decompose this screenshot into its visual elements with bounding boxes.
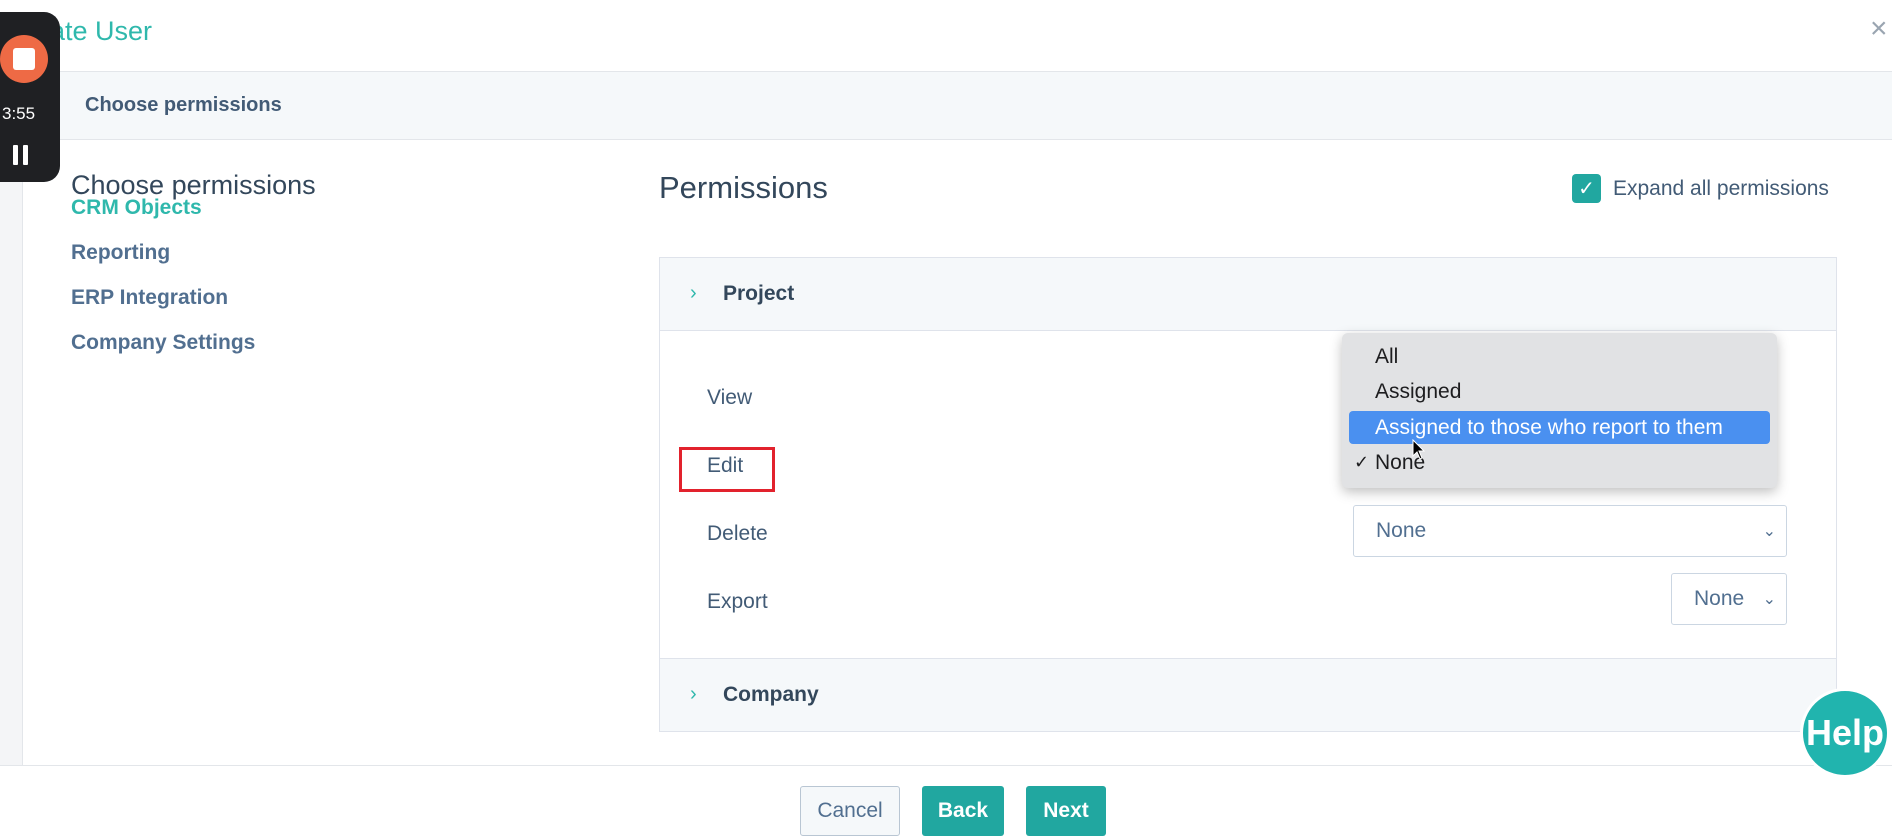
dropdown-option-all[interactable]: All [1349, 340, 1770, 373]
row-export-label: Export [707, 590, 768, 613]
check-icon: ✓ [1354, 452, 1370, 472]
nav-crm-objects[interactable]: CRM Objects [71, 196, 202, 220]
delete-select[interactable]: None ⌄ [1353, 505, 1787, 557]
edit-highlight-box [679, 447, 775, 492]
modal-title: ate User [50, 16, 153, 46]
expand-all-label: Expand all permissions [1613, 176, 1829, 200]
delete-select-value: None [1376, 519, 1427, 542]
chevron-down-icon: ⌄ [1762, 523, 1776, 540]
pause-icon[interactable] [13, 145, 31, 165]
screen-recorder-widget: 3:55 [0, 12, 60, 182]
row-view-label: View [707, 386, 753, 409]
nav-erp-integration[interactable]: ERP Integration [71, 286, 228, 310]
close-icon[interactable]: × [1870, 14, 1888, 44]
expand-all-checkbox[interactable]: ✓ [1572, 174, 1601, 203]
step-bar: Choose permissions [22, 72, 1892, 140]
nav-company-settings[interactable]: Company Settings [71, 331, 255, 355]
chevron-right-icon: › [690, 683, 697, 705]
nav-reporting[interactable]: Reporting [71, 241, 170, 265]
mouse-cursor-icon [1412, 439, 1426, 460]
section-project-label: Project [723, 282, 795, 305]
expand-all-toggle[interactable]: ✓ Expand all permissions [1572, 174, 1829, 203]
export-select[interactable]: None ⌄ [1671, 573, 1787, 625]
section-project-header[interactable]: › Project [659, 257, 1837, 331]
edit-dropdown-menu[interactable]: All Assigned Assigned to those who repor… [1342, 333, 1777, 488]
next-button[interactable]: Next [1026, 786, 1106, 836]
section-company-label: Company [723, 683, 819, 706]
help-button[interactable]: Help [1800, 688, 1890, 778]
step-label[interactable]: Choose permissions [85, 94, 282, 117]
dropdown-option-assigned[interactable]: Assigned [1349, 375, 1770, 408]
stop-recording-icon[interactable] [0, 35, 48, 83]
chevron-right-icon: › [690, 282, 697, 304]
cancel-button[interactable]: Cancel [800, 786, 900, 836]
section-company-header[interactable]: › Company [659, 658, 1837, 732]
row-delete-label: Delete [707, 522, 768, 545]
back-button[interactable]: Back [922, 786, 1004, 836]
recording-time: 3:55 [2, 104, 36, 123]
export-select-value: None [1694, 587, 1745, 610]
modal-header: ate User × [0, 0, 1892, 72]
permissions-title: Permissions [659, 170, 828, 205]
chevron-down-icon: ⌄ [1762, 591, 1776, 608]
